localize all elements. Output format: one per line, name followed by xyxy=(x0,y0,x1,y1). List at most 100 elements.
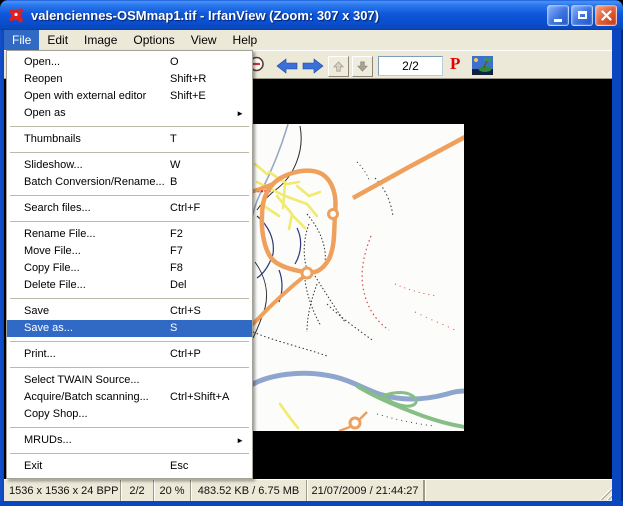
menu-item-save-as[interactable]: Save as... S xyxy=(7,320,252,337)
menu-item-label: Save xyxy=(24,303,49,320)
menu-separator xyxy=(7,148,252,157)
file-menu: Open... O Reopen Shift+ROpen with external … xyxy=(6,50,253,479)
close-icon xyxy=(601,10,612,21)
previous-image-icon[interactable] xyxy=(275,58,299,74)
menu-item-shortcut: Shift+E xyxy=(170,88,206,105)
menu-separator xyxy=(7,449,252,458)
menu-item-shortcut: Ctrl+P xyxy=(170,346,201,363)
menu-separator xyxy=(7,294,252,303)
menu-item-select-twain-source[interactable]: Select TWAIN Source... xyxy=(7,372,252,389)
menu-bar: FileEditImageOptionsViewHelp xyxy=(4,30,612,50)
menu-item-label: Save as... xyxy=(24,320,73,337)
menu-separator xyxy=(7,337,252,346)
status-segment-2: 2/2 xyxy=(121,480,154,501)
menu-item-print[interactable]: Print... Ctrl+P xyxy=(7,346,252,363)
menu-item-label: Select TWAIN Source... xyxy=(24,372,140,389)
menu-separator xyxy=(7,191,252,200)
menu-separator xyxy=(7,423,252,432)
menu-item-label: MRUDs... xyxy=(24,432,72,449)
menu-item-label: Slideshow... xyxy=(24,157,83,174)
menu-item-acquire-batch-scanning[interactable]: Acquire/Batch scanning... Ctrl+Shift+A xyxy=(7,389,252,406)
menu-item-copy-shop[interactable]: Copy Shop... xyxy=(7,406,252,423)
menu-item-label: Open... xyxy=(24,54,60,71)
menu-item-label: Search files... xyxy=(24,200,91,217)
next-image-icon[interactable] xyxy=(301,58,325,74)
menu-item-shortcut: Ctrl+Shift+A xyxy=(170,389,229,406)
menu-item-label: Copy Shop... xyxy=(24,406,88,423)
menubar-item-view[interactable]: View xyxy=(183,30,225,50)
menu-item-rename-file[interactable]: Rename File... F2 xyxy=(7,226,252,243)
menu-item-label: Rename File... xyxy=(24,226,96,243)
menu-item-shortcut: Ctrl+F xyxy=(170,200,200,217)
menu-item-label: Open as xyxy=(24,105,66,122)
menu-item-batch-conversion-rename[interactable]: Batch Conversion/Rename... B xyxy=(7,174,252,191)
menu-item-shortcut: Shift+R xyxy=(170,71,206,88)
down-arrow-icon xyxy=(355,59,370,74)
menu-item-shortcut: Esc xyxy=(170,458,188,475)
menu-item-search-files[interactable]: Search files... Ctrl+F xyxy=(7,200,252,217)
irfanview-app-icon[interactable] xyxy=(7,6,25,24)
menubar-item-image[interactable]: Image xyxy=(76,30,125,50)
menu-item-label: Delete File... xyxy=(24,277,86,294)
menu-item-label: Batch Conversion/Rename... xyxy=(24,174,165,191)
menu-separator xyxy=(7,217,252,226)
window-border-bottom xyxy=(0,501,623,506)
status-segment-6 xyxy=(424,480,425,501)
menu-item-label: Print... xyxy=(24,346,56,363)
menubar-item-edit[interactable]: Edit xyxy=(39,30,76,50)
menu-item-label: Exit xyxy=(24,458,42,475)
page-number-field[interactable] xyxy=(378,56,443,76)
menu-item-exit[interactable]: Exit Esc xyxy=(7,458,252,475)
minimize-button[interactable] xyxy=(547,5,569,26)
maximize-button[interactable] xyxy=(571,5,593,26)
window-title: valenciennes-OSMmap1.tif - IrfanView (Zo… xyxy=(31,8,547,23)
maximize-icon xyxy=(578,11,587,19)
menu-item-shortcut: B xyxy=(170,174,177,191)
menu-item-shortcut: W xyxy=(170,157,180,174)
menubar-item-options[interactable]: Options xyxy=(125,30,182,50)
menu-item-shortcut: F8 xyxy=(170,260,183,277)
minimize-icon xyxy=(554,19,562,22)
status-segment-1: 1536 x 1536 x 24 BPP xyxy=(4,480,121,501)
menubar-item-help[interactable]: Help xyxy=(225,30,266,50)
menu-item-label: Thumbnails xyxy=(24,131,81,148)
menu-item-label: Copy File... xyxy=(24,260,80,277)
status-segment-5: 21/07/2009 / 21:44:27 xyxy=(307,480,424,501)
menu-item-shortcut: T xyxy=(170,131,177,148)
menu-item-shortcut: O xyxy=(170,54,179,71)
last-image-button[interactable] xyxy=(352,56,373,77)
irfanview-window: valenciennes-OSMmap1.tif - IrfanView (Zo… xyxy=(0,0,623,506)
menu-item-label: Move File... xyxy=(24,243,81,260)
menu-item-reopen[interactable]: Reopen Shift+R xyxy=(7,71,252,88)
menu-item-move-file[interactable]: Move File...F7 xyxy=(7,243,252,260)
status-segment-4: 483.52 KB / 6.75 MB xyxy=(191,480,307,501)
submenu-arrow-icon: ► xyxy=(236,105,244,122)
menu-item-label: Reopen xyxy=(24,71,63,88)
first-image-button[interactable] xyxy=(328,56,349,77)
up-arrow-icon xyxy=(331,59,346,74)
status-bar: 1536 x 1536 x 24 BPP2/220 %483.52 KB / 6… xyxy=(4,479,612,501)
menu-item-shortcut: F2 xyxy=(170,226,183,243)
window-border-right xyxy=(612,30,623,506)
menu-item-open-as[interactable]: Open as ► xyxy=(7,105,252,122)
properties-image-icon[interactable] xyxy=(472,56,493,75)
paint-dialog-button[interactable]: P xyxy=(450,54,460,74)
menu-separator xyxy=(7,122,252,131)
menu-item-slideshow[interactable]: Slideshow... W xyxy=(7,157,252,174)
close-button[interactable] xyxy=(595,5,617,26)
menu-item-shortcut: S xyxy=(170,320,177,337)
menu-item-mruds[interactable]: MRUDs...► xyxy=(7,432,252,449)
menu-item-shortcut: Del xyxy=(170,277,187,294)
menu-item-copy-file[interactable]: Copy File... F8 xyxy=(7,260,252,277)
menu-item-open[interactable]: Open... O xyxy=(7,54,252,71)
menu-item-save[interactable]: Save Ctrl+S xyxy=(7,303,252,320)
title-bar: valenciennes-OSMmap1.tif - IrfanView (Zo… xyxy=(0,0,623,30)
menu-item-label: Acquire/Batch scanning... xyxy=(24,389,149,406)
menu-item-delete-file[interactable]: Delete File... Del xyxy=(7,277,252,294)
resize-grip[interactable] xyxy=(599,487,612,500)
menu-item-open-with-external-editor[interactable]: Open with external editorShift+E xyxy=(7,88,252,105)
menubar-item-file[interactable]: File xyxy=(4,30,39,50)
menu-item-shortcut: Ctrl+S xyxy=(170,303,201,320)
status-segment-3: 20 % xyxy=(154,480,191,501)
menu-item-thumbnails[interactable]: Thumbnails T xyxy=(7,131,252,148)
